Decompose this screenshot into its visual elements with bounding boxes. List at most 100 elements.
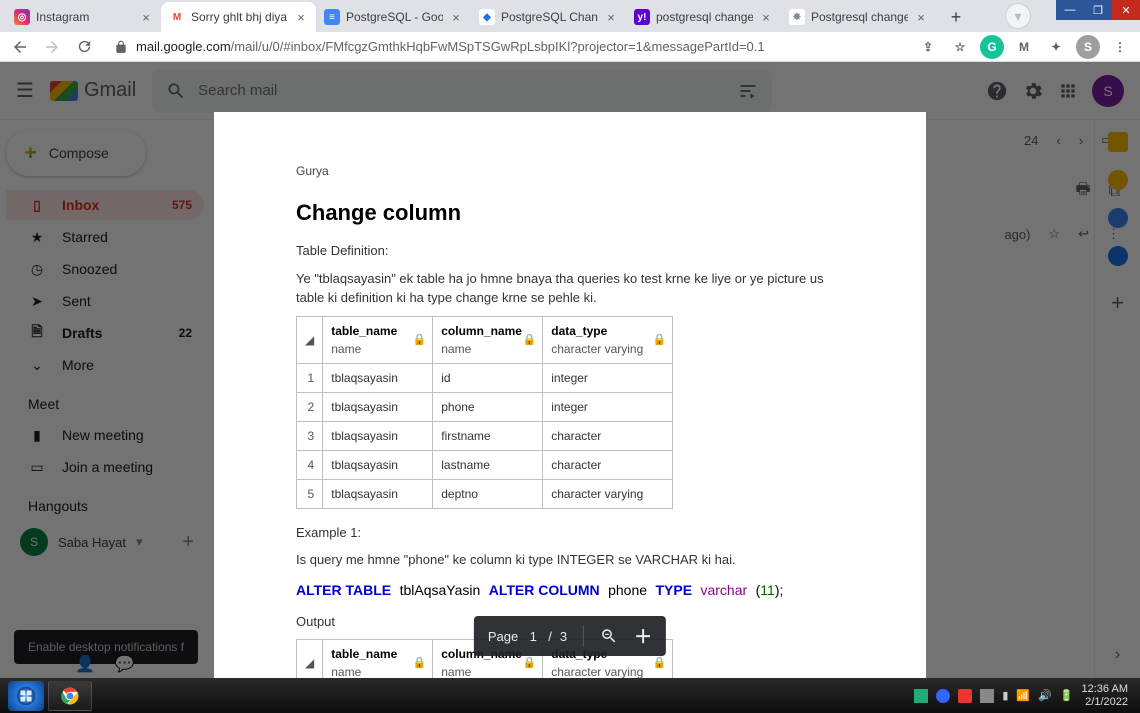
window-minimize-button[interactable]: — [1056, 0, 1084, 20]
battery-icon[interactable]: 🔋 [1060, 689, 1074, 702]
star-message-icon[interactable]: ☆ [1048, 226, 1060, 242]
person-icon[interactable]: 👤 [75, 654, 95, 674]
current-page: 1 [526, 629, 540, 644]
support-icon[interactable] [986, 80, 1008, 102]
search-icon [166, 81, 186, 101]
gmail-extension-icon[interactable]: M [1012, 35, 1036, 59]
close-icon[interactable]: × [449, 10, 463, 24]
keep-icon[interactable] [1108, 170, 1128, 190]
close-icon[interactable]: × [759, 10, 773, 24]
gmail-m-icon [50, 81, 78, 101]
windows-taskbar: ▮ 📶 🔊 🔋 12:36 AM 2/1/2022 [0, 678, 1140, 713]
chat-bubble-icon[interactable]: 💬 [115, 654, 135, 674]
sidebar-item-snoozed[interactable]: ◷Snoozed [6, 254, 204, 284]
contacts-icon[interactable] [1108, 246, 1128, 266]
sidebar-item-starred[interactable]: ★Starred [6, 222, 204, 252]
tray-icon[interactable] [914, 689, 928, 703]
sidebar-item-join-meeting[interactable]: ▭Join a meeting [6, 452, 204, 482]
back-button[interactable] [8, 35, 32, 59]
profile-avatar[interactable]: S [1076, 35, 1100, 59]
extensions-icon[interactable]: ✦ [1044, 35, 1068, 59]
sidebar-item-inbox[interactable]: ▯Inbox575 [6, 190, 204, 220]
close-icon[interactable]: × [139, 10, 153, 24]
table-row: 5tblaqsayasindeptnocharacter varying [297, 479, 673, 508]
compose-button[interactable]: +Compose [6, 130, 146, 176]
table-definition: ◢ table_namename🔒 column_namename🔒 data_… [296, 316, 673, 509]
sidebar-item-drafts[interactable]: 🗎Drafts22 [6, 318, 204, 348]
gdocs-icon: ≡ [324, 9, 340, 25]
calendar-icon[interactable] [1108, 132, 1128, 152]
browser-tab[interactable]: ≡ PostgreSQL - Google × [316, 2, 471, 32]
chrome-menu-icon[interactable]: ⋮ [1108, 35, 1132, 59]
prev-page-icon[interactable]: ‹ [1057, 133, 1061, 148]
inbox-icon: ▯ [28, 197, 46, 214]
doc-paragraph: Is query me hmne "phone" ke column ki ty… [296, 550, 844, 570]
zoom-in-button[interactable]: ＋ [634, 623, 652, 649]
total-pages: 3 [560, 629, 567, 644]
reply-icon[interactable]: ↩ [1078, 226, 1089, 242]
main-menu-icon[interactable]: ☰ [16, 78, 34, 103]
next-page-icon[interactable]: › [1079, 133, 1083, 148]
lock-icon: 🔒 [523, 331, 537, 348]
tray-icon[interactable] [936, 689, 950, 703]
reload-button[interactable] [72, 35, 96, 59]
print-icon[interactable]: 🖶 [1075, 178, 1090, 205]
search-input[interactable] [198, 82, 726, 99]
start-button[interactable] [8, 681, 44, 711]
url-text: mail.google.com/mail/u/0/#inbox/FMfcgzGm… [136, 39, 765, 54]
chrome-profile-avatar[interactable]: ▾ [1006, 4, 1030, 28]
doc-paragraph: Ye "tblaqsayasin" ek table ha jo hmne bn… [296, 269, 844, 308]
lock-icon: 🔒 [653, 655, 667, 672]
tray-icon[interactable] [958, 689, 972, 703]
new-chat-icon[interactable]: + [182, 531, 194, 554]
browser-titlebar: ◎ Instagram × M Sorry ghlt bhj diya : × … [0, 0, 1140, 32]
lock-icon [114, 40, 128, 54]
sql-statement: ALTER TABLE tblAqsaYasin ALTER COLUMN ph… [296, 580, 844, 602]
col-header-table-name: table_namename🔒 [323, 640, 433, 679]
account-avatar[interactable]: S [1092, 75, 1124, 107]
search-options-icon[interactable] [738, 81, 758, 101]
add-addon-icon[interactable]: + [1111, 290, 1124, 316]
forward-button[interactable] [40, 35, 64, 59]
volume-icon[interactable]: 🔊 [1038, 689, 1052, 702]
new-tab-button[interactable]: + [942, 3, 970, 31]
wifi-icon[interactable]: 📶 [1016, 689, 1030, 702]
window-maximize-button[interactable]: ❐ [1084, 0, 1112, 20]
grammarly-extension-icon[interactable]: G [980, 35, 1004, 59]
sidebar-item-new-meeting[interactable]: ▮New meeting [6, 420, 204, 450]
browser-toolbar: mail.google.com/mail/u/0/#inbox/FMfcgzGm… [0, 32, 1140, 62]
close-icon[interactable]: × [294, 10, 308, 24]
taskbar-app-chrome[interactable] [48, 681, 92, 711]
zoom-out-button[interactable] [600, 627, 618, 645]
bookmark-star-icon[interactable]: ☆ [948, 35, 972, 59]
browser-tab[interactable]: ✸ Postgresql change c × [781, 2, 936, 32]
browser-tab[interactable]: ◎ Instagram × [6, 2, 161, 32]
doc-author: Gurya [296, 162, 844, 180]
settings-gear-icon[interactable] [1022, 80, 1044, 102]
browser-tab[interactable]: M Sorry ghlt bhj diya : × [161, 2, 316, 32]
tab-label: Sorry ghlt bhj diya : [191, 10, 288, 24]
search-mail[interactable] [152, 69, 772, 113]
collapse-side-panel-icon[interactable]: › [1115, 646, 1120, 664]
side-panel: + › [1094, 120, 1140, 678]
taskbar-clock[interactable]: 12:36 AM 2/1/2022 [1082, 683, 1132, 707]
tab-label: Postgresql change c [811, 10, 908, 24]
hangouts-user-row[interactable]: S Saba Hayat▾ + [6, 522, 204, 562]
close-icon[interactable]: × [604, 10, 618, 24]
close-icon[interactable]: × [914, 10, 928, 24]
gmail-logo[interactable]: Gmail [50, 79, 136, 102]
send-icon: ➤ [28, 293, 46, 310]
sidebar-item-sent[interactable]: ➤Sent [6, 286, 204, 316]
address-bar[interactable]: mail.google.com/mail/u/0/#inbox/FMfcgzGm… [104, 33, 908, 61]
tray-icon[interactable] [980, 689, 994, 703]
sidebar-item-more[interactable]: ⌄More [6, 350, 204, 380]
table-corner: ◢ [297, 640, 323, 679]
network-icon[interactable]: ▮ [1002, 689, 1008, 702]
tasks-icon[interactable] [1108, 208, 1128, 228]
window-close-button[interactable]: ✕ [1112, 0, 1140, 20]
browser-tab[interactable]: y! postgresql change d × [626, 2, 781, 32]
google-apps-icon[interactable] [1058, 81, 1078, 101]
table-corner: ◢ [297, 316, 323, 363]
share-icon[interactable]: ⇪ [916, 35, 940, 59]
browser-tab[interactable]: ◆ PostgreSQL Change × [471, 2, 626, 32]
